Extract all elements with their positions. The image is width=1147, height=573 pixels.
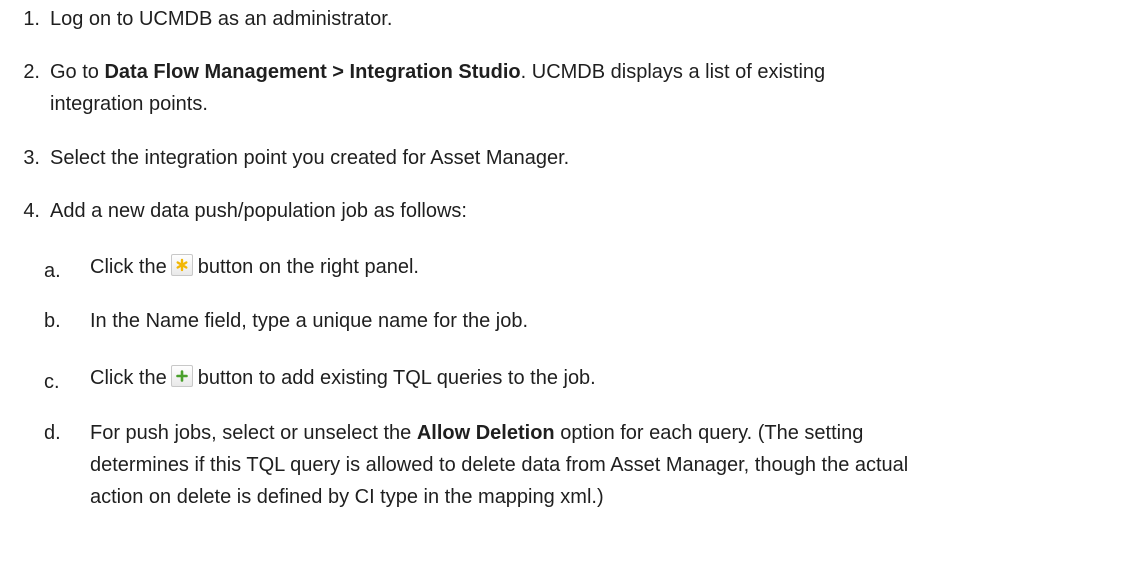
substep-text-post: button to add existing TQL queries to th… xyxy=(197,367,596,389)
step-text: Select the integration point you created… xyxy=(50,147,570,169)
substep-letter: d. xyxy=(44,422,61,444)
substep-text-pre: For push jobs, select or unselect the xyxy=(90,422,417,444)
step-number: 2. xyxy=(23,61,40,83)
substep-text: For push jobs, select or unselect the Al… xyxy=(90,416,863,450)
step-text: Add a new data push/population job as fo… xyxy=(50,200,467,222)
step-text: Log on to UCMDB as an administrator. xyxy=(50,8,393,30)
menu-path: Data Flow Management > Integration Studi… xyxy=(104,61,521,83)
step-text-pre: Go to xyxy=(50,61,105,83)
add-plus-icon xyxy=(170,365,193,387)
substep-text-pre: Click the xyxy=(90,367,167,389)
substep-text: In the Name field, type a unique name fo… xyxy=(90,310,529,332)
substep-text-line2: determines if this TQL query is allowed … xyxy=(90,454,909,476)
step-text-post: . UCMDB displays a list of existing xyxy=(520,61,826,83)
substep-letter: a. xyxy=(44,260,61,282)
step-number: 1. xyxy=(23,8,40,30)
step-text-line2: integration points. xyxy=(50,93,208,115)
step-number: 4. xyxy=(23,200,40,222)
step-text: Go to Data Flow Management > Integration… xyxy=(50,55,825,89)
substep-text-post: option for each query. (The setting xyxy=(554,422,864,444)
substep-text: Click the button to add existing TQL quer… xyxy=(90,361,596,395)
option-name: Allow Deletion xyxy=(416,422,555,444)
new-job-asterisk-icon xyxy=(170,254,193,276)
substep-text: Click the button on the right panel. xyxy=(90,250,419,284)
substep-text-line3: action on delete is defined by CI type i… xyxy=(90,486,604,508)
substep-letter: c. xyxy=(44,371,60,393)
substep-letter: b. xyxy=(44,310,61,332)
step-number: 3. xyxy=(23,147,40,169)
substep-text-pre: Click the xyxy=(90,256,167,278)
substep-text-post: button on the right panel. xyxy=(197,256,419,278)
